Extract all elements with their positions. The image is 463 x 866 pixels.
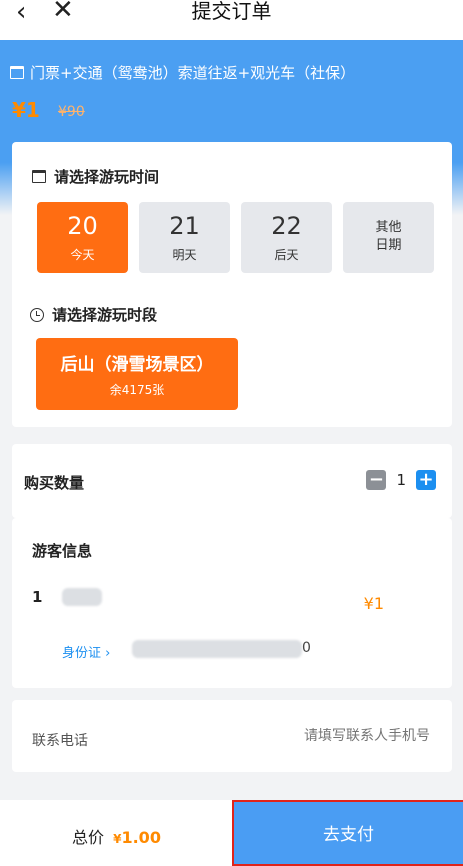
quantity-stepper: − 1 +: [366, 470, 436, 490]
clock-icon: [30, 307, 44, 322]
other-date-line2: 日期: [375, 238, 402, 253]
date-option-tomorrow[interactable]: 21 明天: [139, 202, 230, 273]
bottom-bar: 总价 ¥1.00 去支付: [0, 800, 463, 866]
id-type-selector[interactable]: 身份证 ›: [62, 642, 110, 661]
product-original-price: ¥90: [58, 104, 85, 120]
date-label: 今天: [70, 248, 95, 262]
visitor-card: 游客信息 1 ¥1 身份证 › 0: [12, 518, 452, 688]
date-section-title-text: 请选择游玩时间: [54, 168, 160, 186]
other-date-line1: 其他: [375, 220, 402, 235]
visitor-section-title: 游客信息: [32, 542, 93, 560]
date-day: 21: [169, 212, 200, 240]
visitor-name-blurred: [62, 588, 102, 606]
contact-phone-input[interactable]: [230, 728, 430, 744]
date-label: 明天: [172, 248, 197, 262]
total-price: 总价 ¥1.00: [72, 824, 161, 848]
increase-button[interactable]: +: [416, 470, 436, 490]
top-bar: ‹ ✕ 提交订单: [0, 0, 463, 40]
calendar-icon: [10, 66, 24, 79]
time-section-title: 请选择游玩时段: [30, 304, 157, 325]
time-slot-remaining: 余4175张: [109, 383, 165, 397]
visitor-index: 1: [32, 588, 43, 606]
product-price: ¥1: [12, 98, 40, 122]
total-amount: ¥1.00: [113, 828, 161, 847]
visitor-price: ¥1: [363, 594, 384, 613]
page-title: 提交订单: [191, 0, 272, 23]
contact-card: 联系电话: [12, 700, 452, 772]
visitor-id-tail: 0: [302, 640, 311, 656]
time-slot-option[interactable]: 后山（滑雪场景区） 余4175张: [36, 338, 238, 410]
contact-phone-label: 联系电话: [32, 733, 88, 749]
calendar-icon: [32, 170, 46, 183]
date-option-today[interactable]: 20 今天: [37, 202, 128, 273]
quantity-label: 购买数量: [24, 474, 85, 492]
date-options: 20 今天 21 明天 22 后天 其他 日期: [37, 202, 434, 273]
time-section-title-text: 请选择游玩时段: [52, 306, 158, 324]
product-name: 门票+交通（鸳鸯池）索道往返+观光车（社保）: [10, 62, 355, 83]
date-option-day-after[interactable]: 22 后天: [241, 202, 332, 273]
quantity-card: 购买数量 − 1 +: [12, 444, 452, 518]
visitor-id-blurred: [132, 640, 302, 658]
pay-button[interactable]: 去支付: [232, 800, 463, 866]
decrease-button[interactable]: −: [366, 470, 387, 490]
date-label: 后天: [274, 248, 299, 262]
date-day: 22: [271, 212, 302, 240]
quantity-value: 1: [396, 471, 406, 489]
date-time-card: 请选择游玩时间 20 今天 21 明天 22 后天 其他 日期 请选择游玩时段 …: [12, 142, 452, 427]
date-section-title: 请选择游玩时间: [32, 166, 159, 187]
date-day: 20: [67, 212, 98, 240]
date-option-other[interactable]: 其他 日期: [343, 202, 434, 273]
total-label: 总价: [72, 828, 105, 847]
total-amount-value: 1.00: [121, 828, 161, 847]
time-slot-name: 后山（滑雪场景区）: [60, 355, 214, 375]
product-name-text: 门票+交通（鸳鸯池）索道往返+观光车（社保）: [30, 64, 356, 82]
